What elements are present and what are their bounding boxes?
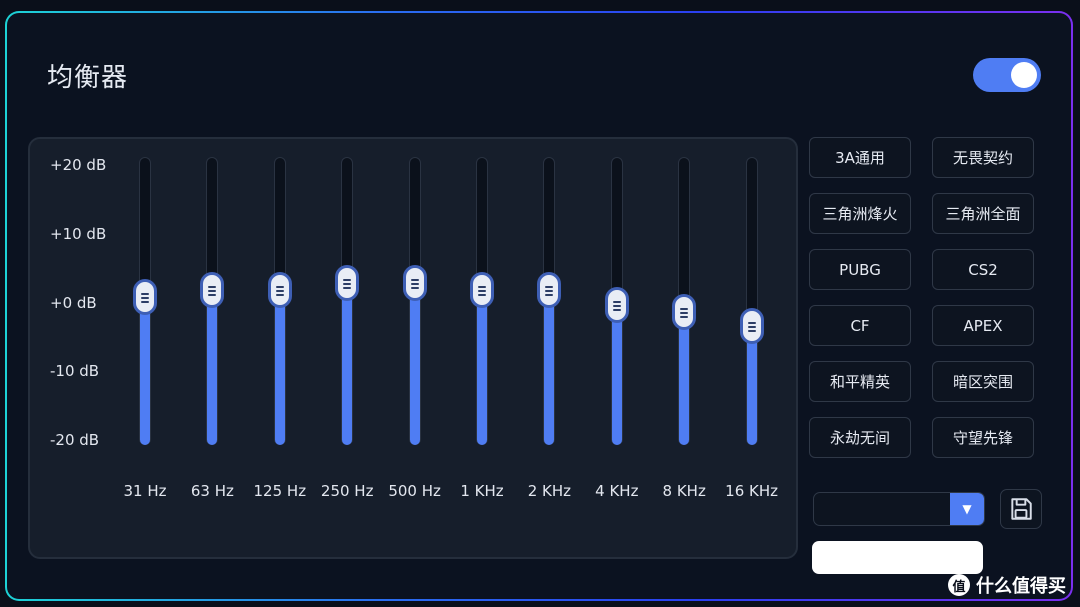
floppy-disk-icon	[1011, 498, 1032, 520]
grip-line	[208, 286, 217, 289]
eq-slider-fill	[611, 304, 622, 445]
eq-slider-thumb[interactable]	[133, 279, 157, 316]
preset-select[interactable]: ▼	[813, 492, 985, 526]
eq-slider-thumb[interactable]	[335, 265, 360, 301]
grip-line	[410, 287, 419, 289]
preset-button[interactable]: APEX	[932, 305, 1034, 346]
eq-slider-fill	[544, 290, 555, 445]
eq-slider-fill	[679, 311, 690, 445]
preset-name-input[interactable]	[812, 541, 983, 574]
grip-line	[208, 294, 217, 297]
preset-button[interactable]: CS2	[932, 249, 1034, 290]
grip-line	[275, 294, 284, 297]
grip-line	[747, 326, 756, 329]
grip-line	[478, 290, 486, 293]
window: 均衡器 +20 dB +10 dB +0 dB -10 dB -20 dB 31 Hz 63…	[7, 13, 1071, 599]
watermark: 值 什么值得买	[948, 572, 1066, 598]
eq-slider-fill	[342, 283, 353, 445]
preset-button[interactable]: PUBG	[809, 249, 911, 290]
preset-button[interactable]: CF	[809, 305, 911, 346]
db-label: +0 dB	[50, 294, 97, 312]
preset-button[interactable]: 暗区突围	[932, 361, 1034, 402]
db-label: -20 dB	[50, 431, 100, 449]
grip-line	[275, 286, 284, 289]
grip-line	[343, 279, 352, 281]
eq-slider-thumb[interactable]	[267, 272, 292, 309]
grip-line	[680, 311, 689, 314]
eq-slider-fill	[274, 290, 285, 445]
grip-line	[410, 279, 419, 281]
eq-slider-fill	[409, 283, 420, 445]
grip-line	[141, 293, 149, 296]
grip-line	[141, 301, 149, 304]
preset-button[interactable]: 3A通用	[809, 137, 911, 178]
grip-line	[612, 304, 621, 307]
grip-line	[478, 294, 486, 297]
preset-button[interactable]: 三角洲烽火	[809, 193, 911, 234]
equalizer-toggle[interactable]	[973, 58, 1041, 92]
eq-slider-thumb[interactable]	[537, 272, 562, 309]
grip-line	[275, 290, 284, 293]
eq-slider-thumb[interactable]	[739, 308, 764, 345]
window-frame: 均衡器 +20 dB +10 dB +0 dB -10 dB -20 dB 31 Hz 63…	[5, 11, 1073, 601]
toggle-knob	[1011, 62, 1037, 88]
watermark-badge: 值	[948, 574, 970, 596]
band-label: 16 KHz	[725, 482, 779, 500]
preset-button[interactable]: 三角洲全面	[932, 193, 1034, 234]
grip-line	[343, 283, 352, 285]
preset-button[interactable]: 和平精英	[809, 361, 911, 402]
preset-button[interactable]: 无畏契约	[932, 137, 1034, 178]
grip-line	[141, 297, 149, 300]
grip-line	[545, 286, 554, 289]
grip-line	[612, 308, 621, 311]
eq-slider-fill	[140, 297, 150, 445]
preset-button[interactable]: 永劫无间	[809, 417, 911, 458]
grip-line	[747, 330, 756, 333]
eq-slider-thumb[interactable]	[604, 286, 629, 323]
grip-line	[343, 287, 352, 289]
grip-line	[680, 307, 689, 310]
db-label: +10 dB	[50, 225, 107, 243]
caret-down-icon[interactable]: ▼	[950, 493, 984, 525]
eq-slider-fill	[477, 290, 487, 445]
eq-slider-fill	[207, 290, 218, 445]
grip-line	[612, 300, 621, 303]
eq-slider-thumb[interactable]	[200, 272, 225, 309]
grip-line	[478, 286, 486, 289]
grip-line	[545, 294, 554, 297]
grip-line	[410, 283, 419, 285]
watermark-text: 什么值得买	[976, 576, 1066, 597]
grip-line	[545, 290, 554, 293]
eq-slider-thumb[interactable]	[672, 293, 697, 330]
grip-line	[208, 290, 217, 293]
page-title: 均衡器	[47, 63, 129, 93]
eq-slider-thumb[interactable]	[470, 272, 494, 309]
grip-line	[680, 315, 689, 318]
equalizer-panel: +20 dB +10 dB +0 dB -10 dB -20 dB 31 Hz 63 Hz 1…	[28, 137, 798, 559]
grip-line	[747, 322, 756, 325]
db-label: -10 dB	[50, 362, 100, 380]
eq-slider-thumb[interactable]	[402, 265, 427, 301]
save-button[interactable]	[1000, 489, 1042, 529]
preset-button[interactable]: 守望先锋	[932, 417, 1034, 458]
db-label: +20 dB	[50, 156, 107, 174]
